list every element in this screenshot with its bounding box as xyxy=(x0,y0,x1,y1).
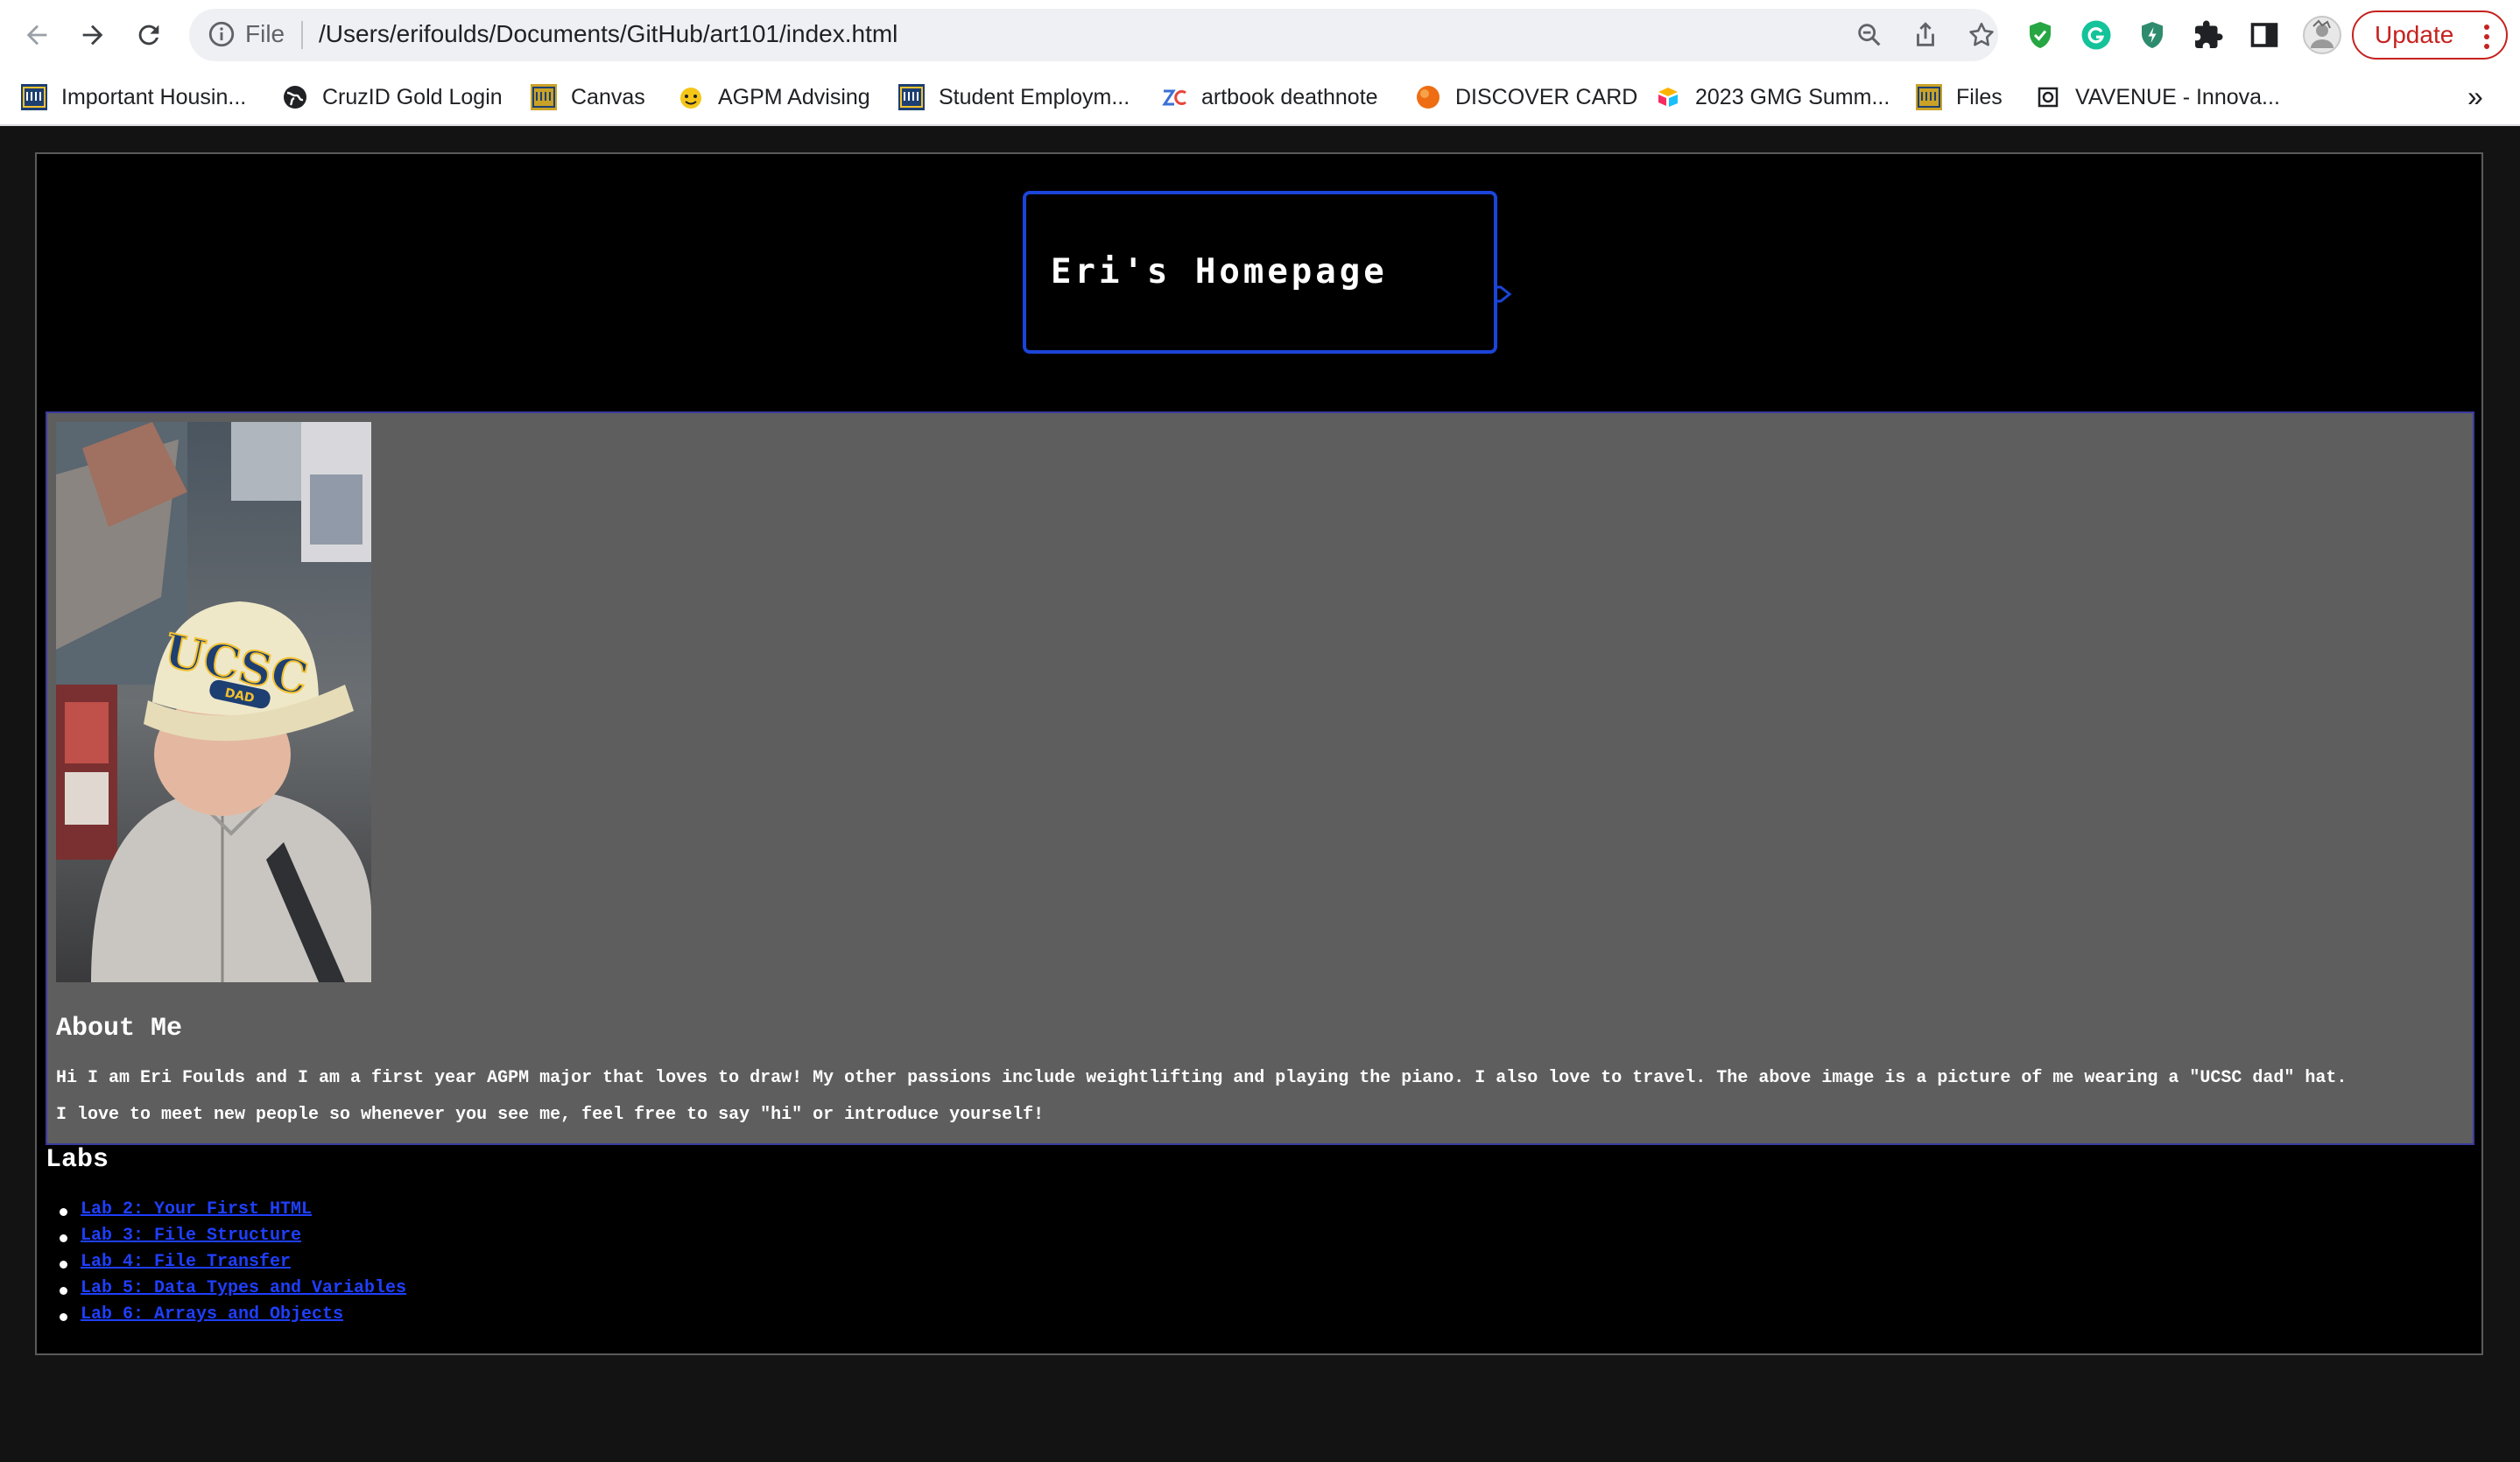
lab-5-link[interactable]: Lab 5: Data Types and Variables xyxy=(81,1278,406,1298)
page-container: Eri's Homepage UCSC DAD About Me Hi I am… xyxy=(35,152,2483,1355)
bookmark-vavenue[interactable]: VAVENUE - Innova... xyxy=(2035,81,2280,114)
labs-heading: Labs xyxy=(46,1145,109,1175)
about-paragraph-1: Hi I am Eri Foulds and I am a first year… xyxy=(56,1068,2348,1088)
back-arrow-icon xyxy=(26,25,47,46)
bookmark-files[interactable]: Files xyxy=(1916,81,2003,114)
ucsc-icon xyxy=(21,84,47,110)
bookmark-star-icon[interactable] xyxy=(1967,20,1996,50)
forward-button[interactable] xyxy=(70,12,116,58)
bookmarks-bar: Important Housin... CruzID Gold Login Ca… xyxy=(0,70,2520,126)
bookmark-cruzid-gold-login[interactable]: CruzID Gold Login xyxy=(282,81,503,114)
bookmark-important-housing[interactable]: Important Housin... xyxy=(21,81,246,114)
forward-arrow-icon xyxy=(82,25,103,46)
lab-4-link[interactable]: Lab 4: File Transfer xyxy=(81,1252,291,1272)
bookmark-label: artbook deathnote xyxy=(1201,84,1378,109)
vavenue-icon xyxy=(2038,87,2059,108)
bookmark-label: 2023 GMG Summ... xyxy=(1695,84,1890,109)
update-label: Update xyxy=(2375,21,2454,48)
ucsc-icon xyxy=(1916,84,1942,110)
emoji-icon xyxy=(680,88,701,109)
title-box-pointer xyxy=(1496,285,1512,303)
shield-extension-icon[interactable] xyxy=(2024,19,2056,51)
profile-photo: UCSC DAD xyxy=(56,422,371,982)
ucsc-icon xyxy=(531,84,557,110)
about-section: UCSC DAD About Me Hi I am Eri Foulds and… xyxy=(46,411,2474,1145)
share-icon[interactable] xyxy=(1911,20,1940,50)
lab-2-link[interactable]: Lab 2: Your First HTML xyxy=(81,1199,312,1220)
lab-item: Lab 4: File Transfer xyxy=(46,1252,406,1278)
lab-3-link[interactable]: Lab 3: File Structure xyxy=(81,1226,301,1246)
info-icon[interactable] xyxy=(207,19,236,53)
page-title: Eri's Homepage xyxy=(1051,252,1388,292)
title-box: Eri's Homepage xyxy=(1023,191,1497,354)
profile-avatar-icon[interactable] xyxy=(2303,16,2341,54)
lab-item: Lab 3: File Structure xyxy=(46,1226,406,1252)
discover-icon xyxy=(1417,86,1439,109)
zoom-icon[interactable] xyxy=(1855,20,1884,50)
back-button[interactable] xyxy=(14,12,60,58)
side-panel-icon[interactable] xyxy=(2249,19,2280,51)
bookmark-label: CruzID Gold Login xyxy=(322,84,503,109)
url-divider xyxy=(301,21,303,49)
reload-icon xyxy=(138,25,159,46)
bookmark-label: Important Housin... xyxy=(61,84,247,109)
extensions-puzzle-icon[interactable] xyxy=(2193,19,2224,51)
bookmark-canvas[interactable]: Canvas xyxy=(531,81,645,114)
url-scheme: File xyxy=(245,20,285,47)
url-text[interactable]: /Users/erifoulds/Documents/GitHub/art101… xyxy=(319,20,897,48)
update-button[interactable]: Update xyxy=(2352,11,2508,60)
browser-toolbar: File /Users/erifoulds/Documents/GitHub/a… xyxy=(0,0,2520,70)
menu-dots-icon[interactable] xyxy=(2483,24,2490,56)
bookmark-discover-card[interactable]: DISCOVER CARD xyxy=(1415,81,1637,114)
address-bar[interactable]: File /Users/erifoulds/Documents/GitHub/a… xyxy=(189,9,1998,61)
reload-button[interactable] xyxy=(126,12,172,58)
bookmark-label: Files xyxy=(1956,84,2003,109)
lab-item: Lab 5: Data Types and Variables xyxy=(46,1278,406,1304)
labs-list: Lab 2: Your First HTML Lab 3: File Struc… xyxy=(46,1199,406,1331)
bookmark-label: AGPM Advising xyxy=(718,84,870,109)
bookmark-label: VAVENUE - Innova... xyxy=(2075,84,2280,109)
bookmark-student-employment[interactable]: Student Employm... xyxy=(898,81,1130,114)
bookmark-agpm-advising[interactable]: AGPM Advising xyxy=(678,81,870,114)
lab-item: Lab 2: Your First HTML xyxy=(46,1199,406,1226)
airtable-icon xyxy=(1658,88,1678,107)
ucsc-icon xyxy=(898,84,925,110)
page-viewport: Eri's Homepage UCSC DAD About Me Hi I am… xyxy=(0,126,2520,1458)
about-paragraph-2: I love to meet new people so whenever yo… xyxy=(56,1105,1045,1125)
grammarly-icon[interactable] xyxy=(2080,19,2112,51)
bookmark-label: Canvas xyxy=(571,84,645,109)
bookmark-label: Student Employm... xyxy=(939,84,1130,109)
lab-item: Lab 6: Arrays and Objects xyxy=(46,1304,406,1331)
bookmark-artbook-deathnote[interactable]: artbook deathnote xyxy=(1161,81,1378,114)
about-heading: About Me xyxy=(56,1014,183,1044)
bookmark-label: DISCOVER CARD xyxy=(1455,84,1638,109)
bookmark-gmg-summit[interactable]: 2023 GMG Summ... xyxy=(1655,81,1890,114)
more-bookmarks-chevron[interactable]: » xyxy=(2467,81,2483,113)
zc-icon xyxy=(1162,89,1186,106)
privacy-extension-icon[interactable] xyxy=(2136,19,2168,51)
lab-6-link[interactable]: Lab 6: Arrays and Objects xyxy=(81,1304,343,1325)
globe-icon xyxy=(284,86,306,109)
